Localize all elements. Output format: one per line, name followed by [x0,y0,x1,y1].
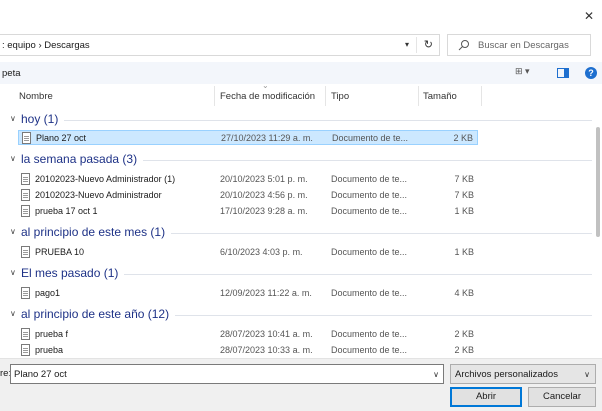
file-name: pago1 [35,288,61,298]
vertical-scrollbar[interactable] [594,107,602,359]
file-row-selected[interactable]: Plano 27 oct 27/10/2023 11:29 a. m. Docu… [18,130,478,145]
file-name: 20102023-Nuevo Administrador (1) [35,174,176,184]
file-type: Documento de te... [331,329,408,339]
search-icon [458,40,469,51]
group-header[interactable]: ∨ hoy (1) [0,111,592,129]
chevron-down-icon[interactable]: ∨ [433,370,439,379]
file-size: 2 KB [454,329,474,339]
file-date: 6/10/2023 4:03 p. m. [220,247,303,257]
group-header[interactable]: ∨ al principio de este año (12) [0,306,592,324]
group-divider [21,120,592,121]
search-placeholder: Buscar en Descargas [478,40,569,51]
search-input[interactable]: Buscar en Descargas [447,34,591,56]
file-size: 7 KB [454,190,474,200]
file-date: 28/07/2023 10:41 a. m. [220,329,313,339]
chevron-down-icon[interactable]: ∨ [10,309,16,318]
file-date: 20/10/2023 4:56 p. m. [220,190,308,200]
file-date: 12/09/2023 11:22 a. m. [220,288,312,298]
file-size: 7 KB [454,174,474,184]
file-name: prueba [35,345,64,355]
chevron-down-icon[interactable]: ∨ [10,154,16,163]
chevron-down-icon[interactable]: ∨ [10,268,16,277]
file-size: 1 KB [454,247,474,257]
file-date: 20/10/2023 5:01 p. m. [220,174,308,184]
preview-pane-icon[interactable] [557,68,569,78]
column-divider[interactable] [418,86,419,106]
column-header-name[interactable]: Nombre [19,85,53,107]
file-type-value: Archivos personalizados [455,369,558,380]
file-type: Documento de te... [331,190,408,200]
text-file-icon [21,173,30,185]
filename-value[interactable]: Plano 27 oct [14,369,67,380]
refresh-icon[interactable]: ↻ [424,38,433,51]
file-row[interactable]: 20102023-Nuevo Administrador (1) 20/10/2… [18,172,478,187]
file-row[interactable]: PRUEBA 10 6/10/2023 4:03 p. m. Documento… [18,245,478,260]
toolbar: peta ⊞ ▾ ? [0,62,602,84]
column-header-size[interactable]: Tamaño [423,85,457,107]
file-type-select[interactable]: Archivos personalizados ∨ [450,364,596,384]
file-name: prueba 17 oct 1 [35,206,98,216]
column-divider[interactable] [481,86,482,106]
text-file-icon [21,205,30,217]
filename-input[interactable]: Plano 27 oct ∨ [10,364,444,384]
file-name: Plano 27 oct [36,133,87,143]
file-row[interactable]: 20102023-Nuevo Administrador 20/10/2023 … [18,188,478,203]
text-file-icon [21,246,30,258]
text-file-icon [21,328,30,340]
address-bar[interactable]: : equipo › Descargas ▾ ↻ [0,34,440,56]
scrollbar-thumb[interactable] [596,127,600,237]
text-file-icon [22,132,31,144]
file-type: Documento de te... [331,174,408,184]
file-size: 4 KB [454,288,474,298]
close-icon[interactable]: ✕ [584,10,594,22]
text-file-icon [21,189,30,201]
file-row[interactable]: pago1 12/09/2023 11:22 a. m. Documento d… [18,286,478,301]
file-name: PRUEBA 10 [35,247,85,257]
column-header-type[interactable]: Tipo [331,85,349,107]
column-divider[interactable] [325,86,326,106]
group-label: al principio de este mes (1) [21,225,172,239]
group-label: hoy (1) [21,112,65,126]
help-icon[interactable]: ? [585,67,597,79]
file-type: Documento de te... [332,133,409,143]
group-label: la semana pasada (3) [21,152,144,166]
column-divider[interactable] [214,86,215,106]
chevron-down-icon[interactable]: ∨ [10,114,16,123]
group-header[interactable]: ∨ El mes pasado (1) [0,265,592,283]
view-options-icon[interactable]: ⊞ ▾ [515,66,530,77]
group-label: al principio de este año (12) [21,307,176,321]
file-type: Documento de te... [331,247,408,257]
file-type: Documento de te... [331,345,408,355]
address-separator [416,37,417,53]
file-row[interactable]: prueba f 28/07/2023 10:41 a. m. Document… [18,327,478,342]
file-date: 28/07/2023 10:33 a. m. [220,345,313,355]
file-size: 1 KB [454,206,474,216]
file-type: Documento de te... [331,206,408,216]
text-file-icon [21,344,30,356]
file-size: 2 KB [454,345,474,355]
group-label: El mes pasado (1) [21,266,125,280]
cancel-button[interactable]: Cancelar [528,387,596,407]
new-folder-button[interactable]: peta [2,68,21,79]
chevron-down-icon[interactable]: ∨ [10,227,16,236]
group-header[interactable]: ∨ la semana pasada (3) [0,151,592,169]
file-type: Documento de te... [331,288,408,298]
file-name: 20102023-Nuevo Administrador [35,190,162,200]
column-header-date[interactable]: Fecha de modificación [220,85,315,107]
file-row[interactable]: prueba 17 oct 1 17/10/2023 9:28 a. m. Do… [18,204,478,219]
file-date: 17/10/2023 9:28 a. m. [220,206,308,216]
file-date: 27/10/2023 11:29 a. m. [221,133,313,143]
file-row[interactable]: prueba 28/07/2023 10:33 a. m. Documento … [18,343,478,358]
file-name: prueba f [35,329,69,339]
text-file-icon [21,287,30,299]
breadcrumb[interactable]: : equipo › Descargas [2,40,90,51]
group-header[interactable]: ∨ al principio de este mes (1) [0,224,592,242]
open-button[interactable]: Abrir [450,387,522,407]
file-size: 2 KB [453,133,473,143]
chevron-down-icon[interactable]: ∨ [584,370,590,379]
chevron-down-icon[interactable]: ▾ [405,40,409,49]
